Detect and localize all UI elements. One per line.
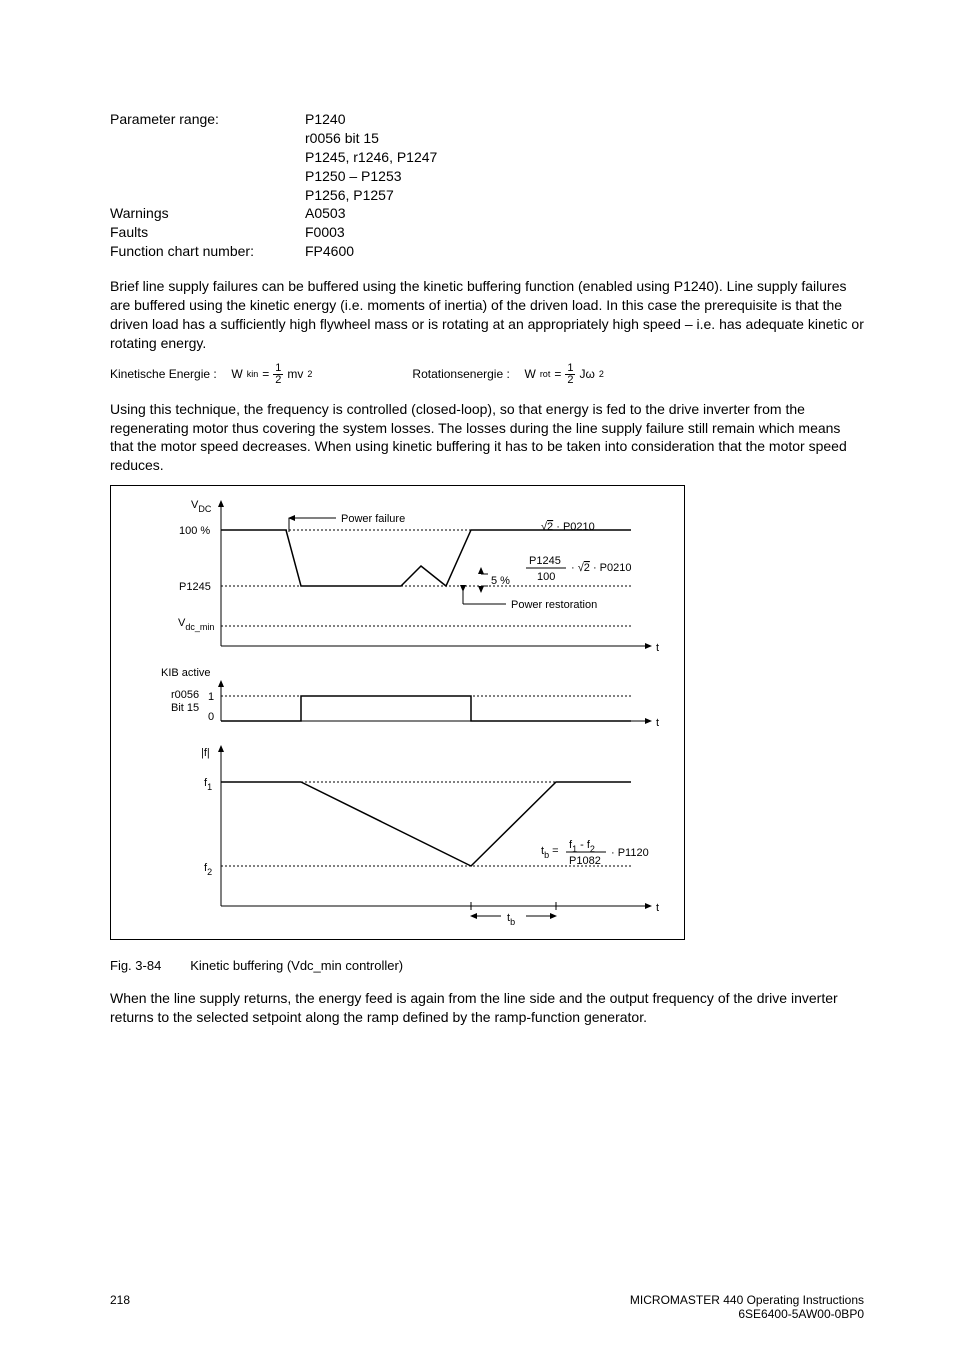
faults-row: Faults F0003 <box>110 223 864 242</box>
kin-num: 1 <box>273 363 283 375</box>
kin-den: 2 <box>273 375 283 386</box>
param-range-v3: P1250 – P1253 <box>305 167 864 186</box>
param-range-v1: r0056 bit 15 <box>305 129 864 148</box>
faults-label: Faults <box>110 223 305 242</box>
fig-caption-prefix: Fig. 3-84 <box>110 958 161 973</box>
svg-text:P1245: P1245 <box>529 555 561 567</box>
param-range-v2: P1245, r1246, P1247 <box>305 148 864 167</box>
svg-text:f2: f2 <box>204 862 212 877</box>
rot-eq: = <box>554 367 561 381</box>
svg-text:√2 · P0210: √2 · P0210 <box>541 521 595 533</box>
kin-w: W <box>231 367 242 381</box>
paragraph-2: Using this technique, the frequency is c… <box>110 400 864 476</box>
svg-text:t: t <box>656 902 659 914</box>
kin-rhs: mv <box>287 367 303 381</box>
fcn-row: Function chart number: FP4600 <box>110 242 864 261</box>
page-footer: 218 MICROMASTER 440 Operating Instructio… <box>0 1293 954 1321</box>
svg-text:|f|: |f| <box>201 747 210 759</box>
footer-right-1: MICROMASTER 440 Operating Instructions <box>630 1293 864 1307</box>
warnings-row: Warnings A0503 <box>110 204 864 223</box>
svg-text:tb: tb <box>507 912 515 927</box>
rotation-energy-formula: Rotationsenergie : Wrot = 1 2 Jω 2 <box>412 363 603 386</box>
warnings-value: A0503 <box>305 204 864 223</box>
rot-w: W <box>524 367 535 381</box>
svg-text:100: 100 <box>537 571 555 583</box>
svg-text:P1245: P1245 <box>179 581 211 593</box>
svg-text:P1082: P1082 <box>569 855 601 867</box>
figure-svg: VDC 100 % P1245 Vdc_min t Power failure … <box>111 486 684 939</box>
formula-row: Kinetische Energie : Wkin = 1 2 mv 2 Rota… <box>110 363 864 386</box>
rot-sup: 2 <box>599 369 604 379</box>
warnings-label: Warnings <box>110 204 305 223</box>
page-number: 218 <box>110 1293 130 1321</box>
kin-frac: 1 2 <box>273 363 283 386</box>
rot-frac: 1 2 <box>565 363 575 386</box>
svg-text:t: t <box>656 642 659 654</box>
fcn-label: Function chart number: <box>110 242 305 261</box>
svg-text:Bit 15: Bit 15 <box>171 702 199 714</box>
param-range-label: Parameter range: <box>110 110 305 204</box>
parameter-table: Parameter range: P1240 r0056 bit 15 P124… <box>110 110 864 261</box>
svg-text:· √2 · P0210: · √2 · P0210 <box>571 562 631 574</box>
svg-text:1: 1 <box>208 691 214 703</box>
footer-right-2: 6SE6400-5AW00-0BP0 <box>630 1307 864 1321</box>
svg-text:KIB active: KIB active <box>161 667 211 679</box>
rot-sub: rot <box>540 369 551 379</box>
svg-text:r0056: r0056 <box>171 689 199 701</box>
paragraph-3: When the line supply returns, the energy… <box>110 989 864 1027</box>
faults-value: F0003 <box>305 223 864 242</box>
paragraph-1: Brief line supply failures can be buffer… <box>110 277 864 353</box>
kinetic-energy-formula: Kinetische Energie : Wkin = 1 2 mv 2 <box>110 363 312 386</box>
fig-caption-text: Kinetic buffering (Vdc_min controller) <box>190 958 403 973</box>
svg-text:VDC: VDC <box>191 499 212 514</box>
param-range-values: P1240 r0056 bit 15 P1245, r1246, P1247 P… <box>305 110 864 204</box>
svg-text:Vdc_min: Vdc_min <box>178 617 214 632</box>
param-range-v0: P1240 <box>305 110 864 129</box>
figure-caption: Fig. 3-84 Kinetic buffering (Vdc_min con… <box>110 958 864 973</box>
rot-num: 1 <box>565 363 575 375</box>
kin-sub: kin <box>247 369 259 379</box>
figure-box: VDC 100 % P1245 Vdc_min t Power failure … <box>110 485 685 940</box>
param-range-v4: P1256, P1257 <box>305 186 864 205</box>
rot-rhs: Jω <box>579 367 594 381</box>
svg-text:100 %: 100 % <box>179 525 210 537</box>
svg-text:Power failure: Power failure <box>341 513 405 525</box>
kin-label: Kinetische Energie : <box>110 367 217 381</box>
rot-den: 2 <box>565 375 575 386</box>
param-range-row: Parameter range: P1240 r0056 bit 15 P124… <box>110 110 864 204</box>
svg-text:f1: f1 <box>204 777 212 792</box>
svg-text:5 %: 5 % <box>491 575 510 587</box>
svg-text:tb =: tb = <box>541 845 559 860</box>
rot-label: Rotationsenergie : <box>412 367 509 381</box>
fcn-value: FP4600 <box>305 242 864 261</box>
svg-text:· P1120: · P1120 <box>611 847 649 859</box>
svg-text:Power restoration: Power restoration <box>511 599 597 611</box>
svg-text:0: 0 <box>208 711 214 723</box>
page-content: Parameter range: P1240 r0056 bit 15 P124… <box>0 0 954 1077</box>
kin-sup: 2 <box>307 369 312 379</box>
svg-text:t: t <box>656 717 659 729</box>
kin-eq: = <box>262 367 269 381</box>
footer-right: MICROMASTER 440 Operating Instructions 6… <box>630 1293 864 1321</box>
